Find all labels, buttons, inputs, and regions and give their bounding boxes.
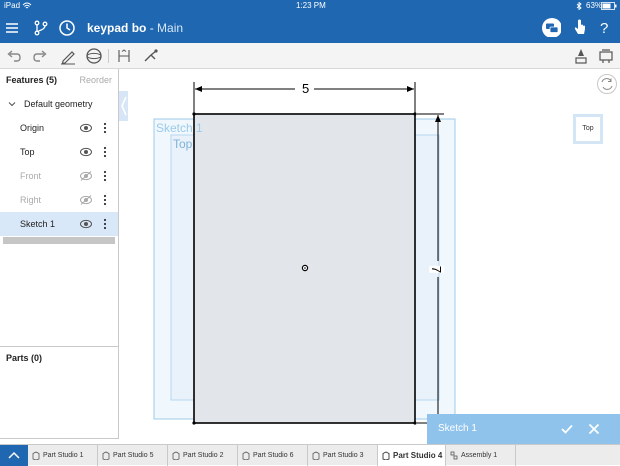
- sketch-pencil-icon[interactable]: [59, 47, 77, 65]
- document-title: keypad bo - Main: [87, 21, 183, 35]
- version-graph-icon[interactable]: [31, 18, 51, 38]
- more-options-icon[interactable]: [103, 170, 107, 182]
- feature-item-label: Front: [20, 171, 42, 181]
- sketch-vertex[interactable]: [192, 421, 196, 425]
- tab-part-studio-1[interactable]: Part Studio 1: [28, 445, 98, 466]
- width-dimension-value[interactable]: 5: [300, 81, 312, 96]
- check-icon[interactable]: [560, 422, 574, 436]
- eye-hidden-icon[interactable]: [80, 195, 92, 205]
- document-name: keypad bo: [87, 21, 147, 35]
- part-studio-icon: [242, 451, 250, 460]
- toolbar: [0, 43, 620, 69]
- feature-item-label: Origin: [20, 123, 45, 133]
- touch-mode-icon[interactable]: [572, 18, 592, 38]
- sketch-tools-icon[interactable]: [142, 47, 160, 65]
- feature-item-label: Sketch 1: [20, 219, 56, 229]
- svg-text:?: ?: [600, 20, 608, 37]
- tab-bar: Part Studio 1 Part Studio 5 Part Studio …: [0, 444, 620, 466]
- dimension-icon[interactable]: [115, 47, 133, 65]
- wifi-icon: [22, 2, 32, 9]
- feature-item-right[interactable]: Right: [0, 188, 118, 212]
- more-options-icon[interactable]: [103, 194, 107, 206]
- part-studio-icon: [382, 451, 390, 460]
- feature-item-label: Top: [20, 147, 35, 157]
- chevron-down-icon[interactable]: [8, 100, 16, 108]
- history-clock-icon[interactable]: [57, 18, 77, 38]
- render-mode-icon[interactable]: [597, 47, 615, 65]
- feature-list-panel: Features (5) Reorder Default geometry Or…: [0, 69, 119, 439]
- more-options-icon[interactable]: [103, 146, 107, 158]
- tab-part-studio-6[interactable]: Part Studio 6: [238, 445, 308, 466]
- panel-collapse-icon[interactable]: [119, 91, 128, 121]
- toolbar-divider: [108, 49, 109, 63]
- appearance-icon[interactable]: [572, 47, 590, 65]
- view-cube[interactable]: Top: [573, 114, 603, 144]
- title-bar: keypad bo - Main ?: [0, 12, 620, 43]
- more-options-icon[interactable]: [103, 218, 107, 230]
- part-studio-icon: [102, 451, 110, 460]
- part-studio-icon: [172, 451, 180, 460]
- redo-icon[interactable]: [31, 47, 49, 65]
- extrude-solid-icon[interactable]: [85, 47, 103, 65]
- eye-hidden-icon[interactable]: [80, 171, 92, 181]
- tab-label: Part Studio 5: [113, 452, 154, 459]
- tab-label: Part Studio 2: [183, 452, 224, 459]
- tab-label: Part Studio 6: [253, 452, 294, 459]
- tab-part-studio-5[interactable]: Part Studio 5: [98, 445, 168, 466]
- undo-icon[interactable]: [5, 47, 23, 65]
- feature-item-front[interactable]: Front: [0, 164, 118, 188]
- battery-percent: 63%: [586, 1, 603, 10]
- tab-part-studio-3[interactable]: Part Studio 3: [308, 445, 378, 466]
- sketch-dialog-title: Sketch 1: [438, 423, 477, 434]
- features-header: Features (5): [6, 75, 58, 85]
- feature-item-label: Right: [20, 195, 42, 205]
- tab-label: Part Studio 4: [393, 451, 443, 460]
- tab-part-studio-4[interactable]: Part Studio 4: [378, 445, 446, 466]
- more-options-icon[interactable]: [103, 122, 107, 134]
- tab-label: Part Studio 3: [323, 452, 364, 459]
- status-bar: iPad 1:23 PM 63%: [0, 0, 620, 12]
- assembly-icon: [450, 451, 458, 460]
- eye-icon[interactable]: [80, 219, 92, 229]
- feature-group-default-geometry[interactable]: Default geometry: [0, 92, 118, 116]
- rollback-bar[interactable]: [3, 237, 115, 244]
- reorder-button[interactable]: Reorder: [79, 75, 112, 85]
- height-dimension-value[interactable]: 7: [429, 265, 445, 274]
- title-separator: -: [146, 21, 158, 35]
- sketch-dialog: Sketch 1: [427, 414, 620, 444]
- sketch-vertex[interactable]: [413, 421, 417, 425]
- part-studio-icon: [32, 451, 40, 460]
- menu-icon[interactable]: [2, 18, 22, 38]
- graphics-canvas[interactable]: Sketch 1 Top 5 7 Top: [119, 69, 620, 439]
- rotate-view-icon[interactable]: [596, 73, 618, 95]
- top-plane-label: Top: [173, 137, 193, 151]
- eye-icon[interactable]: [80, 147, 92, 157]
- comments-icon[interactable]: [541, 17, 561, 37]
- battery-icon: [601, 2, 617, 10]
- feature-group-label: Default geometry: [24, 99, 93, 109]
- feature-item-sketch-1[interactable]: Sketch 1: [0, 212, 118, 236]
- bluetooth-icon: [576, 2, 582, 10]
- plane-label: Sketch 1: [156, 121, 203, 135]
- tab-manager-button[interactable]: [0, 445, 28, 466]
- tab-label: Assembly 1: [461, 452, 498, 459]
- clock: 1:23 PM: [296, 1, 326, 10]
- workspace-name: Main: [157, 21, 184, 35]
- tab-assembly-1[interactable]: Assembly 1: [446, 445, 516, 466]
- feature-item-origin[interactable]: Origin: [0, 116, 118, 140]
- chevron-up-icon: [8, 451, 20, 459]
- tab-part-studio-2[interactable]: Part Studio 2: [168, 445, 238, 466]
- panel-divider: [0, 346, 118, 347]
- tab-label: Part Studio 1: [43, 452, 84, 459]
- close-icon[interactable]: [587, 422, 601, 436]
- help-icon[interactable]: ?: [596, 18, 616, 38]
- device-name: iPad: [4, 1, 21, 10]
- origin-icon[interactable]: [301, 264, 309, 272]
- feature-item-top[interactable]: Top: [0, 140, 118, 164]
- parts-header: Parts (0): [6, 353, 43, 363]
- eye-icon[interactable]: [80, 123, 92, 133]
- part-studio-icon: [312, 451, 320, 460]
